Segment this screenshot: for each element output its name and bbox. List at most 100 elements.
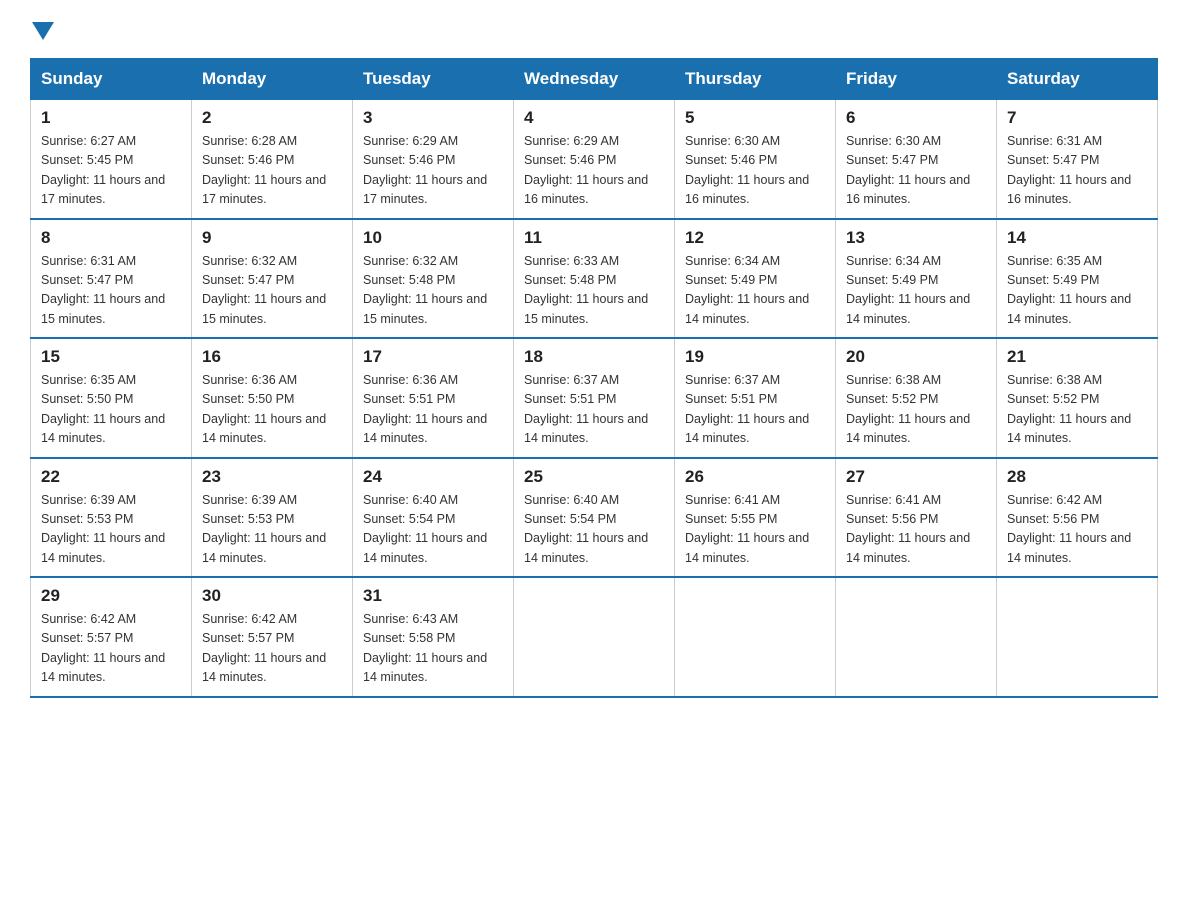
day-number: 10 <box>363 228 503 248</box>
header-friday: Friday <box>836 59 997 100</box>
day-info: Sunrise: 6:27 AMSunset: 5:45 PMDaylight:… <box>41 132 181 210</box>
day-info: Sunrise: 6:38 AMSunset: 5:52 PMDaylight:… <box>846 371 986 449</box>
day-number: 6 <box>846 108 986 128</box>
calendar-cell: 16 Sunrise: 6:36 AMSunset: 5:50 PMDaylig… <box>192 338 353 458</box>
calendar-cell: 1 Sunrise: 6:27 AMSunset: 5:45 PMDayligh… <box>31 100 192 219</box>
calendar-cell: 26 Sunrise: 6:41 AMSunset: 5:55 PMDaylig… <box>675 458 836 578</box>
day-info: Sunrise: 6:32 AMSunset: 5:47 PMDaylight:… <box>202 252 342 330</box>
day-info: Sunrise: 6:40 AMSunset: 5:54 PMDaylight:… <box>524 491 664 569</box>
logo-triangle-icon <box>32 22 54 40</box>
day-number: 2 <box>202 108 342 128</box>
day-number: 9 <box>202 228 342 248</box>
calendar-cell: 31 Sunrise: 6:43 AMSunset: 5:58 PMDaylig… <box>353 577 514 697</box>
day-number: 1 <box>41 108 181 128</box>
calendar-cell: 23 Sunrise: 6:39 AMSunset: 5:53 PMDaylig… <box>192 458 353 578</box>
day-number: 13 <box>846 228 986 248</box>
calendar-cell: 25 Sunrise: 6:40 AMSunset: 5:54 PMDaylig… <box>514 458 675 578</box>
day-number: 7 <box>1007 108 1147 128</box>
calendar-cell: 20 Sunrise: 6:38 AMSunset: 5:52 PMDaylig… <box>836 338 997 458</box>
day-number: 25 <box>524 467 664 487</box>
day-number: 31 <box>363 586 503 606</box>
header-thursday: Thursday <box>675 59 836 100</box>
day-number: 18 <box>524 347 664 367</box>
day-info: Sunrise: 6:29 AMSunset: 5:46 PMDaylight:… <box>363 132 503 210</box>
day-number: 14 <box>1007 228 1147 248</box>
day-info: Sunrise: 6:36 AMSunset: 5:51 PMDaylight:… <box>363 371 503 449</box>
header-wednesday: Wednesday <box>514 59 675 100</box>
header-sunday: Sunday <box>31 59 192 100</box>
calendar-cell: 24 Sunrise: 6:40 AMSunset: 5:54 PMDaylig… <box>353 458 514 578</box>
day-info: Sunrise: 6:30 AMSunset: 5:46 PMDaylight:… <box>685 132 825 210</box>
calendar-cell: 4 Sunrise: 6:29 AMSunset: 5:46 PMDayligh… <box>514 100 675 219</box>
day-number: 3 <box>363 108 503 128</box>
calendar-cell: 13 Sunrise: 6:34 AMSunset: 5:49 PMDaylig… <box>836 219 997 339</box>
day-info: Sunrise: 6:34 AMSunset: 5:49 PMDaylight:… <box>846 252 986 330</box>
day-info: Sunrise: 6:42 AMSunset: 5:57 PMDaylight:… <box>41 610 181 688</box>
calendar-cell: 19 Sunrise: 6:37 AMSunset: 5:51 PMDaylig… <box>675 338 836 458</box>
day-info: Sunrise: 6:29 AMSunset: 5:46 PMDaylight:… <box>524 132 664 210</box>
calendar-week-row: 15 Sunrise: 6:35 AMSunset: 5:50 PMDaylig… <box>31 338 1158 458</box>
day-number: 29 <box>41 586 181 606</box>
calendar-cell: 27 Sunrise: 6:41 AMSunset: 5:56 PMDaylig… <box>836 458 997 578</box>
day-number: 26 <box>685 467 825 487</box>
day-number: 20 <box>846 347 986 367</box>
day-info: Sunrise: 6:42 AMSunset: 5:56 PMDaylight:… <box>1007 491 1147 569</box>
day-info: Sunrise: 6:35 AMSunset: 5:50 PMDaylight:… <box>41 371 181 449</box>
day-number: 28 <box>1007 467 1147 487</box>
calendar-cell: 18 Sunrise: 6:37 AMSunset: 5:51 PMDaylig… <box>514 338 675 458</box>
day-info: Sunrise: 6:30 AMSunset: 5:47 PMDaylight:… <box>846 132 986 210</box>
day-info: Sunrise: 6:40 AMSunset: 5:54 PMDaylight:… <box>363 491 503 569</box>
day-number: 17 <box>363 347 503 367</box>
calendar-cell: 9 Sunrise: 6:32 AMSunset: 5:47 PMDayligh… <box>192 219 353 339</box>
calendar-cell: 6 Sunrise: 6:30 AMSunset: 5:47 PMDayligh… <box>836 100 997 219</box>
calendar-cell: 7 Sunrise: 6:31 AMSunset: 5:47 PMDayligh… <box>997 100 1158 219</box>
day-info: Sunrise: 6:42 AMSunset: 5:57 PMDaylight:… <box>202 610 342 688</box>
day-number: 19 <box>685 347 825 367</box>
day-number: 15 <box>41 347 181 367</box>
day-number: 4 <box>524 108 664 128</box>
day-info: Sunrise: 6:31 AMSunset: 5:47 PMDaylight:… <box>41 252 181 330</box>
day-number: 27 <box>846 467 986 487</box>
logo <box>30 20 54 40</box>
day-info: Sunrise: 6:36 AMSunset: 5:50 PMDaylight:… <box>202 371 342 449</box>
day-info: Sunrise: 6:34 AMSunset: 5:49 PMDaylight:… <box>685 252 825 330</box>
calendar-cell: 30 Sunrise: 6:42 AMSunset: 5:57 PMDaylig… <box>192 577 353 697</box>
calendar-cell: 10 Sunrise: 6:32 AMSunset: 5:48 PMDaylig… <box>353 219 514 339</box>
calendar-cell: 12 Sunrise: 6:34 AMSunset: 5:49 PMDaylig… <box>675 219 836 339</box>
calendar-table: SundayMondayTuesdayWednesdayThursdayFrid… <box>30 58 1158 698</box>
day-number: 8 <box>41 228 181 248</box>
header-monday: Monday <box>192 59 353 100</box>
calendar-cell: 15 Sunrise: 6:35 AMSunset: 5:50 PMDaylig… <box>31 338 192 458</box>
day-info: Sunrise: 6:35 AMSunset: 5:49 PMDaylight:… <box>1007 252 1147 330</box>
calendar-cell <box>836 577 997 697</box>
day-info: Sunrise: 6:31 AMSunset: 5:47 PMDaylight:… <box>1007 132 1147 210</box>
calendar-cell <box>997 577 1158 697</box>
calendar-cell: 28 Sunrise: 6:42 AMSunset: 5:56 PMDaylig… <box>997 458 1158 578</box>
calendar-week-row: 22 Sunrise: 6:39 AMSunset: 5:53 PMDaylig… <box>31 458 1158 578</box>
day-info: Sunrise: 6:37 AMSunset: 5:51 PMDaylight:… <box>685 371 825 449</box>
calendar-week-row: 1 Sunrise: 6:27 AMSunset: 5:45 PMDayligh… <box>31 100 1158 219</box>
day-info: Sunrise: 6:38 AMSunset: 5:52 PMDaylight:… <box>1007 371 1147 449</box>
calendar-cell: 21 Sunrise: 6:38 AMSunset: 5:52 PMDaylig… <box>997 338 1158 458</box>
calendar-cell: 5 Sunrise: 6:30 AMSunset: 5:46 PMDayligh… <box>675 100 836 219</box>
page-header <box>30 20 1158 40</box>
calendar-cell: 22 Sunrise: 6:39 AMSunset: 5:53 PMDaylig… <box>31 458 192 578</box>
day-number: 21 <box>1007 347 1147 367</box>
calendar-cell: 14 Sunrise: 6:35 AMSunset: 5:49 PMDaylig… <box>997 219 1158 339</box>
day-info: Sunrise: 6:41 AMSunset: 5:56 PMDaylight:… <box>846 491 986 569</box>
calendar-cell <box>514 577 675 697</box>
day-number: 23 <box>202 467 342 487</box>
day-info: Sunrise: 6:43 AMSunset: 5:58 PMDaylight:… <box>363 610 503 688</box>
calendar-cell: 2 Sunrise: 6:28 AMSunset: 5:46 PMDayligh… <box>192 100 353 219</box>
calendar-cell: 29 Sunrise: 6:42 AMSunset: 5:57 PMDaylig… <box>31 577 192 697</box>
day-number: 5 <box>685 108 825 128</box>
day-number: 12 <box>685 228 825 248</box>
calendar-cell: 8 Sunrise: 6:31 AMSunset: 5:47 PMDayligh… <box>31 219 192 339</box>
day-number: 24 <box>363 467 503 487</box>
day-info: Sunrise: 6:39 AMSunset: 5:53 PMDaylight:… <box>41 491 181 569</box>
header-saturday: Saturday <box>997 59 1158 100</box>
header-tuesday: Tuesday <box>353 59 514 100</box>
day-info: Sunrise: 6:37 AMSunset: 5:51 PMDaylight:… <box>524 371 664 449</box>
calendar-header-row: SundayMondayTuesdayWednesdayThursdayFrid… <box>31 59 1158 100</box>
calendar-week-row: 8 Sunrise: 6:31 AMSunset: 5:47 PMDayligh… <box>31 219 1158 339</box>
